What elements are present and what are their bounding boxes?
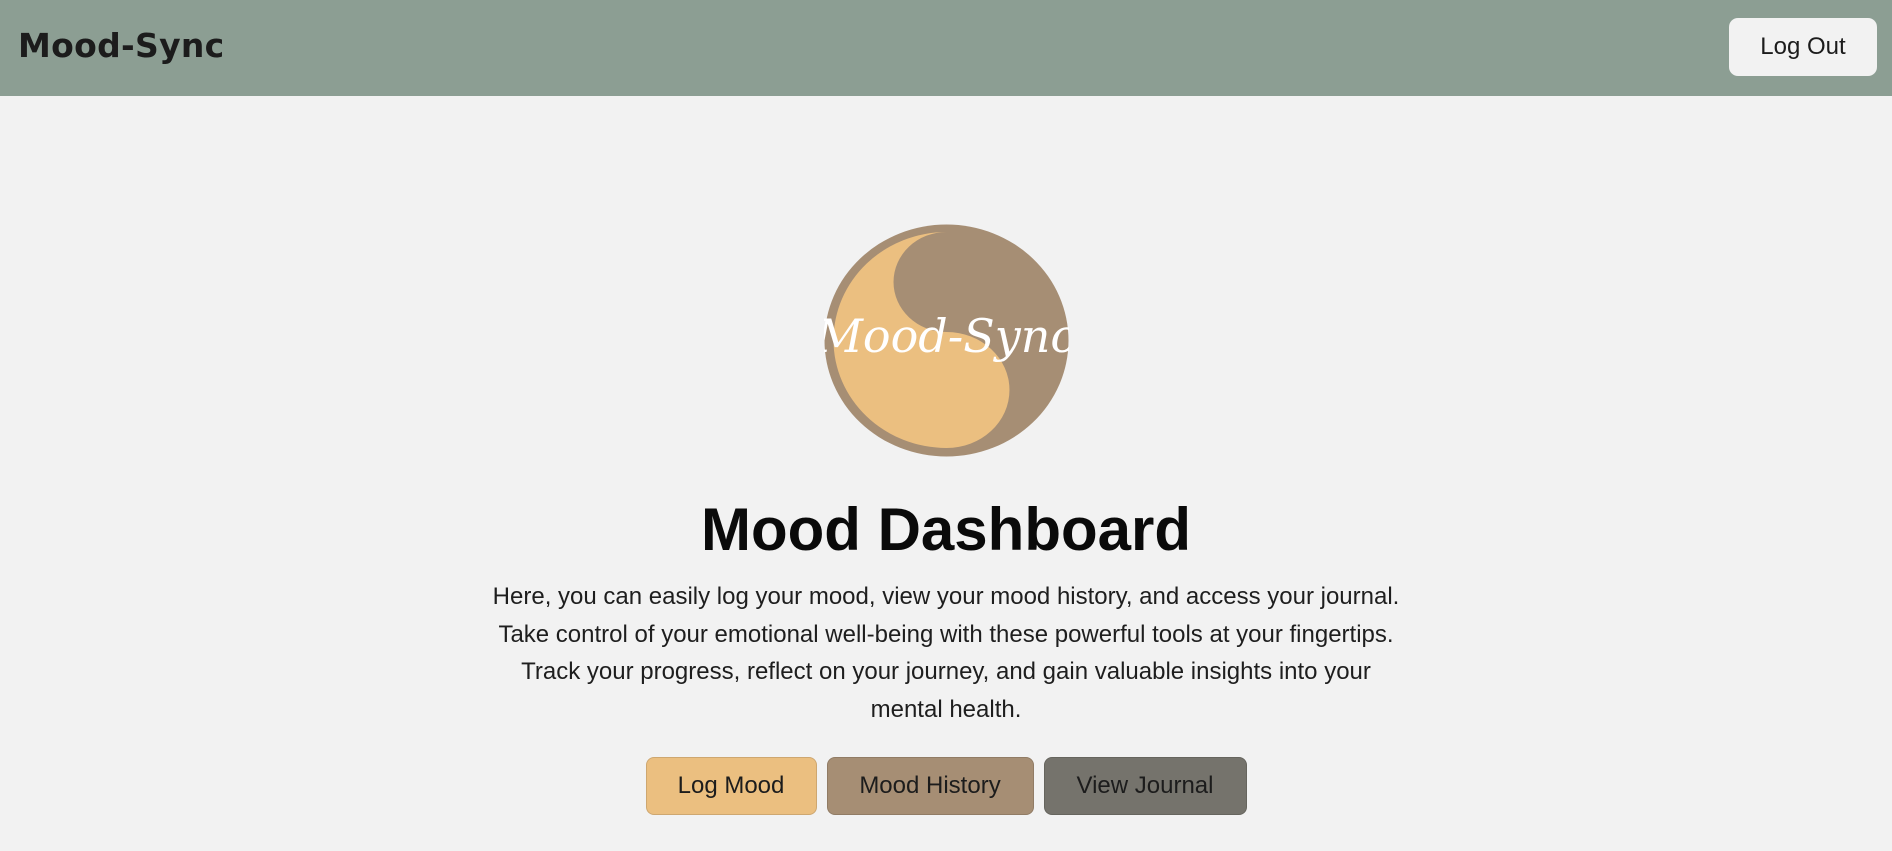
dashboard-description: Here, you can easily log your mood, view… [492, 583, 1400, 723]
page-title: Mood Dashboard [701, 496, 1191, 563]
log-mood-button[interactable]: Log Mood [645, 757, 817, 815]
brand-name[interactable]: Mood-Sync [18, 26, 225, 65]
mood-sync-logo: Mood-Sync [815, 224, 1076, 457]
logo-text: Mood-Sync [824, 309, 1069, 363]
logo-graphic: Mood-Sync [815, 224, 1076, 457]
view-journal-button[interactable]: View Journal [1043, 757, 1247, 815]
dashboard-actions: Log Mood Mood History View Journal [0, 757, 1892, 815]
top-nav-bar: Mood-Sync Log Out [0, 0, 1892, 96]
mood-history-button[interactable]: Mood History [826, 757, 1034, 815]
log-out-button[interactable]: Log Out [1729, 18, 1877, 76]
